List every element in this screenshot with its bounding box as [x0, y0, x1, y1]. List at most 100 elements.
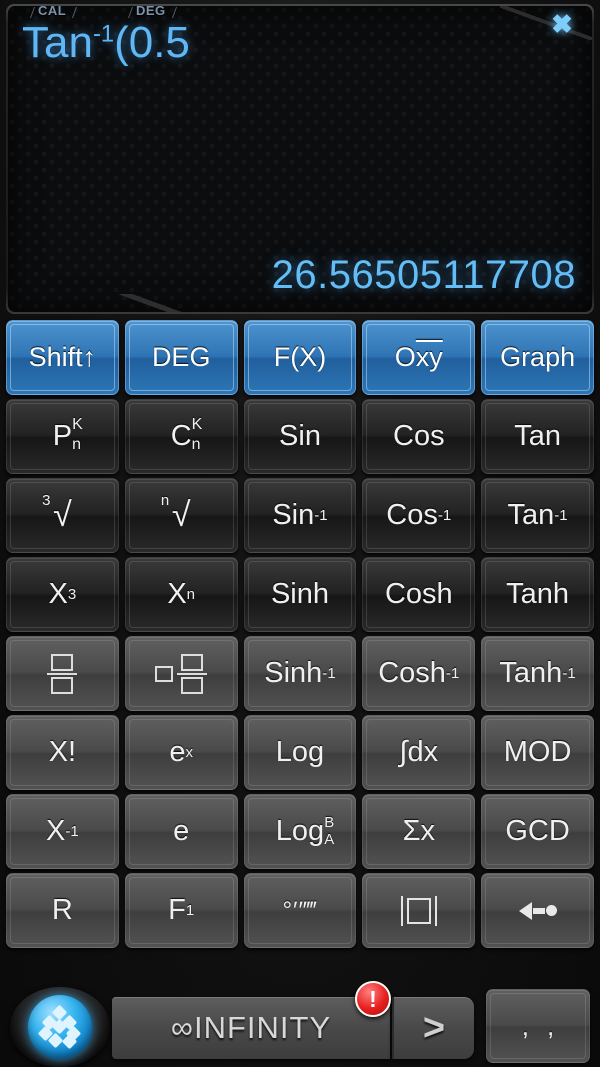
cos-key[interactable]: Cos [362, 399, 476, 474]
absolute-value-icon [400, 895, 437, 926]
sin-key-label: Sin [279, 420, 321, 452]
permutation-key[interactable]: PKn [6, 399, 119, 474]
oxy-key-label: O [394, 342, 416, 372]
factorial-key[interactable]: X! [6, 715, 119, 790]
home-button[interactable] [10, 987, 110, 1067]
calculator-app: CAL DEG ✖ Tan-1(0.5 26.56505117708 Shift… [0, 0, 600, 1067]
keypad: Shift ↑ DEG F(X) Oxy Graph PKn CKn Sin Co… [6, 320, 594, 952]
sinh-key-label: Sinh [270, 578, 330, 610]
separator-comma: , [547, 1010, 555, 1041]
cube-root-key[interactable]: 3 √ [6, 478, 119, 553]
keypad-row-inverse-trig: 3 √ n √ Sin -1 Cos -1 Tan -1 [6, 478, 594, 553]
tan-key-label: Tan [514, 420, 561, 452]
combination-key[interactable]: CKn [124, 399, 238, 474]
display-bottom-bevel [8, 294, 248, 312]
graph-key[interactable]: Graph [481, 320, 594, 395]
arcsin-key[interactable]: Sin -1 [243, 478, 357, 553]
sinh-key[interactable]: Sinh [243, 557, 357, 632]
home-diamond-icon [28, 995, 92, 1059]
arcsin-key-sup: -1 [314, 507, 328, 524]
nth-root-index: n [160, 492, 170, 509]
absolute-value-key[interactable] [362, 873, 476, 948]
r-key-label: R [51, 894, 73, 926]
arcsinh-key[interactable]: Sinh -1 [243, 636, 357, 711]
oxy-key-overline-label: xy [415, 342, 443, 372]
arctan-key-label: Tan [507, 499, 555, 531]
backspace-icon [518, 901, 557, 920]
arccos-key-label: Cos [386, 499, 438, 531]
reciprocal-key[interactable]: X -1 [6, 794, 119, 869]
cosh-key-label: Cosh [384, 578, 453, 610]
keypad-row-fractions: Sinh -1 Cosh -1 Tanh -1 [6, 636, 594, 711]
sum-key-label: Σx [402, 815, 435, 847]
log-base-key[interactable]: Log B A [243, 794, 357, 869]
cosh-key[interactable]: Cosh [362, 557, 476, 632]
exp-key[interactable]: ex [124, 715, 238, 790]
arctanh-key-sup: -1 [562, 665, 576, 682]
arccosh-key[interactable]: Cosh -1 [362, 636, 476, 711]
arccos-key[interactable]: Cos -1 [362, 478, 476, 553]
mixed-fraction-key[interactable] [124, 636, 238, 711]
sin-key[interactable]: Sin [243, 399, 357, 474]
degrees-minutes-seconds-icon: °′″‴ [282, 896, 318, 924]
notification-badge[interactable]: ! [355, 981, 391, 1017]
tan-key[interactable]: Tan [481, 399, 594, 474]
sum-key[interactable]: Σx [362, 794, 476, 869]
keypad-row-trig: PKn CKn Sin Cos Tan [6, 399, 594, 474]
graph-key-label: Graph [500, 342, 576, 372]
fx-key-label: F(X) [273, 342, 327, 372]
log-base-sub: A [324, 831, 335, 848]
infinity-brand-label: ∞INFINITY [170, 1010, 332, 1045]
x-cubed-key[interactable]: X3 [6, 557, 119, 632]
tanh-key[interactable]: Tanh [481, 557, 594, 632]
shift-key[interactable]: Shift ↑ [6, 320, 119, 395]
separator-icon: , , [521, 1010, 555, 1041]
integral-key[interactable]: ∫dx [362, 715, 476, 790]
tab-deg[interactable]: DEG [136, 6, 166, 18]
arrow-up-icon: ↑ [82, 342, 97, 372]
arcsinh-key-label: Sinh [264, 657, 323, 689]
keypad-row-hyperbolic: X3 Xn Sinh Cosh Tanh [6, 557, 594, 632]
arctanh-key-label: Tanh [499, 657, 563, 689]
euler-key[interactable]: e [124, 794, 238, 869]
fx-key[interactable]: F(X) [243, 320, 357, 395]
r-key[interactable]: R [6, 873, 119, 948]
deg-mode-key[interactable]: DEG [124, 320, 238, 395]
chevron-right-icon: > [422, 1006, 446, 1049]
next-page-button[interactable]: > [392, 997, 474, 1059]
arctan-key-sup: -1 [554, 507, 568, 524]
shift-key-label: Shift [28, 342, 83, 372]
euler-key-label: e [173, 815, 190, 847]
x-power-n-key[interactable]: Xn [124, 557, 238, 632]
keypad-row-misc: R F1 °′″‴ [6, 873, 594, 948]
factorial-key-label: X! [48, 736, 77, 768]
tab-cal[interactable]: CAL [38, 6, 66, 18]
integral-key-label: ∫dx [399, 736, 439, 768]
tanh-key-label: Tanh [506, 578, 570, 610]
permutation-sup: K [72, 416, 83, 433]
exp-key-label: e [169, 736, 186, 768]
log-key[interactable]: Log [243, 715, 357, 790]
nth-root-key[interactable]: n √ [124, 478, 238, 553]
oxy-key[interactable]: Oxy [362, 320, 476, 395]
arccosh-key-label: Cosh [378, 657, 446, 689]
gcd-key[interactable]: GCD [481, 794, 594, 869]
infinity-brand-button[interactable]: ∞INFINITY [112, 997, 390, 1059]
separator-semicolon: , [521, 1010, 529, 1041]
arcsin-key-label: Sin [272, 499, 315, 531]
arctanh-key[interactable]: Tanh -1 [481, 636, 594, 711]
keypad-row-exponential: X! ex Log ∫dx MOD [6, 715, 594, 790]
dms-key[interactable]: °′″‴ [243, 873, 357, 948]
f1-key[interactable]: F1 [124, 873, 238, 948]
separator-key[interactable]: , , [486, 989, 590, 1063]
backspace-key[interactable] [481, 873, 594, 948]
mod-key-label: MOD [503, 736, 572, 768]
arctan-key[interactable]: Tan -1 [481, 478, 594, 553]
f1-key-label: F [168, 894, 186, 926]
radical-icon: √ [171, 496, 191, 534]
log-key-label: Log [275, 736, 325, 768]
arccos-key-sup: -1 [437, 507, 452, 524]
fraction-key[interactable] [6, 636, 119, 711]
mod-key[interactable]: MOD [481, 715, 594, 790]
close-icon[interactable]: ✖ [540, 6, 584, 42]
